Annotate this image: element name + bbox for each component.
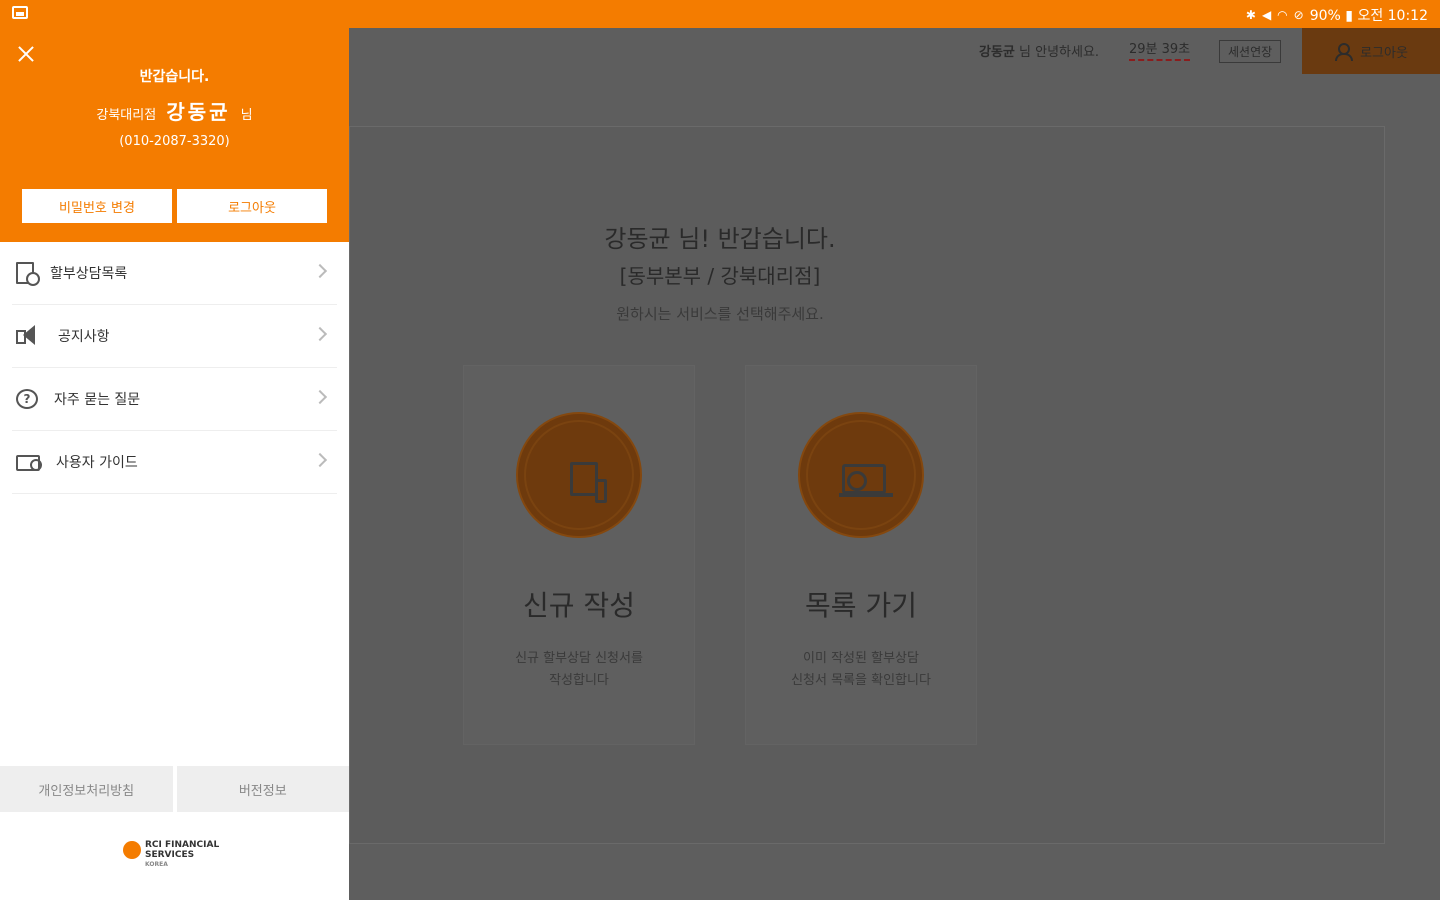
chevron-right-icon: [312, 263, 328, 279]
header-user-name: 강동균: [979, 45, 1015, 60]
new-application-card[interactable]: 신규 작성 신규 할부상담 신청서를 작성합니다: [463, 365, 695, 745]
document-icon: [570, 462, 607, 503]
welcome-instruction: 원하시는 서비스를 선택해주세요.: [616, 305, 824, 323]
menu-item-user-guide[interactable]: 사용자 가이드: [12, 431, 337, 494]
navigation-drawer: 반갑습니다. 강북대리점 강동균 님 (010-2087-3320) 비밀번호 …: [0, 28, 349, 900]
welcome-title: 강동균 님! 반갑습니다.: [604, 225, 836, 253]
content-panel: 강동균 님! 반갑습니다. [동부본부 / 강북대리점] 원하시는 서비스를 선…: [349, 126, 1385, 844]
menu-item-label: 자주 묻는 질문: [54, 392, 141, 408]
change-password-button[interactable]: 비밀번호 변경: [22, 189, 172, 223]
drawer-menu: 할부상담목록 공지사항 ? 자주 묻는 질문 사용자 가이드: [0, 242, 349, 494]
chevron-right-icon: [312, 389, 328, 405]
version-info-button[interactable]: 버전정보: [176, 766, 349, 812]
logo-dot-icon: [123, 841, 141, 859]
chevron-right-icon: [312, 452, 328, 468]
chevron-right-icon: [312, 326, 328, 342]
welcome-branch: [동부본부 / 강북대리점]: [619, 264, 821, 288]
go-to-list-card[interactable]: 목록 가기 이미 작성된 할부상담 신청서 목록을 확인합니다: [745, 365, 977, 745]
welcome-block: 강동균 님! 반갑습니다. [동부본부 / 강북대리점] 원하시는 서비스를 선…: [350, 219, 1090, 324]
circle-ring: [806, 420, 916, 530]
new-application-circle: [516, 412, 642, 538]
drawer-header: 반갑습니다. 강북대리점 강동균 님 (010-2087-3320) 비밀번호 …: [0, 28, 349, 242]
menu-item-notices[interactable]: 공지사항: [12, 305, 337, 368]
menu-item-faq[interactable]: ? 자주 묻는 질문: [12, 368, 337, 431]
go-to-list-circle: [798, 412, 924, 538]
circle-ring: [524, 420, 634, 530]
menu-item-consult-list[interactable]: 할부상담목록: [12, 242, 337, 305]
close-icon[interactable]: [14, 42, 38, 66]
logo-line3: KOREA: [145, 861, 168, 868]
logo-line1: RCI FINANCIAL: [145, 840, 220, 850]
drawer-user-name: 강동균: [166, 100, 231, 124]
logo-line2: SERVICES: [145, 850, 195, 860]
consult-list-icon: [16, 262, 40, 286]
wifi-icon: ◠: [1277, 8, 1288, 22]
gallery-icon: [12, 6, 28, 19]
card-description: 이미 작성된 할부상담 신청서 목록을 확인합니다: [791, 651, 931, 688]
card-title: 목록 가기: [805, 589, 917, 622]
bluetooth-icon: ✱: [1245, 8, 1256, 22]
list-book-icon: [839, 464, 893, 497]
status-bar-right: ✱ ◀ ◠ ⊘ 90% ▮ 오전 10:12: [1246, 5, 1428, 25]
session-extend-button[interactable]: 세션연장: [1219, 40, 1282, 63]
faq-icon: ?: [16, 389, 38, 409]
main-app: 강동균 님 안녕하세요. 29분 39초 세션연장 로그아웃 강동균 님! 반갑…: [349, 28, 1440, 900]
app-header: 강동균 님 안녕하세요. 29분 39초 세션연장 로그아웃: [349, 28, 1440, 74]
megaphone-icon: [16, 324, 42, 348]
mute-icon: ◀: [1261, 8, 1272, 22]
header-logout-label: 로그아웃: [1360, 45, 1408, 61]
logo-text: RCI FINANCIAL SERVICES KOREA: [145, 840, 219, 870]
drawer-branch: 강북대리점: [96, 108, 157, 123]
status-bar: ✱ ◀ ◠ ⊘ 90% ▮ 오전 10:12: [0, 0, 1440, 28]
header-logout-button[interactable]: 로그아웃: [1302, 28, 1440, 74]
menu-item-label: 사용자 가이드: [56, 455, 138, 471]
card-title: 신규 작성: [523, 589, 635, 622]
alarm-icon: ⊘: [1293, 8, 1304, 22]
header-greeting-suffix: 님 안녕하세요.: [1019, 45, 1100, 60]
drawer-honorific: 님: [240, 108, 253, 123]
company-logo: RCI FINANCIAL SERVICES KOREA: [123, 840, 219, 870]
drawer-logout-button[interactable]: 로그아웃: [177, 189, 327, 223]
drawer-footer: 개인정보처리방침 버전정보: [0, 766, 349, 812]
menu-item-label: 공지사항: [58, 329, 110, 345]
status-text: 90% ▮ 오전 10:12: [1309, 8, 1428, 24]
drawer-phone: (010-2087-3320): [119, 134, 230, 149]
drawer-user-line: 강북대리점 강동균 님: [0, 96, 349, 125]
drawer-hello: 반갑습니다.: [139, 69, 210, 85]
header-greeting: 강동균 님 안녕하세요.: [979, 41, 1099, 60]
person-icon: [1334, 43, 1354, 61]
menu-item-label: 할부상담목록: [50, 266, 128, 282]
guide-icon: [16, 455, 42, 471]
card-description: 신규 할부상담 신청서를 작성합니다: [515, 651, 643, 688]
session-timer: 29분 39초: [1129, 38, 1191, 61]
privacy-policy-button[interactable]: 개인정보처리방침: [0, 766, 173, 812]
